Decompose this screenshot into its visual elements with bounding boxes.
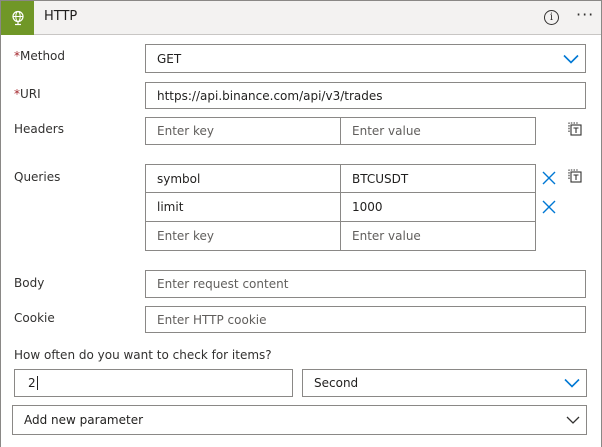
delete-icon[interactable] [542,200,556,214]
query-value-value: 1000 [352,200,383,214]
card-header[interactable] [1,1,601,35]
frequency-dropdown[interactable]: Second [302,369,587,397]
info-icon[interactable]: i [544,10,559,25]
switch-to-text-icon[interactable] [567,121,583,137]
query-key-input[interactable]: Enter key [145,221,341,251]
queries-label: Queries [14,170,61,184]
globe-icon [11,10,24,26]
query-value-input[interactable]: 1000 [340,192,536,222]
card-title: HTTP [44,9,78,24]
header-value-input[interactable]: Enter value [340,117,536,145]
uri-value: https://api.binance.com/api/v3/trades [157,88,383,103]
text-cursor [36,376,38,390]
chevron-down-icon [564,378,580,388]
header-value-placeholder: Enter value [352,124,421,138]
query-key-placeholder: Enter key [157,229,215,243]
add-parameter-label: Add new parameter [24,413,144,427]
query-value-value: BTCUSDT [352,171,409,186]
cookie-input[interactable]: Enter HTTP cookie [145,306,586,333]
delete-icon[interactable] [542,171,556,185]
interval-value: 2 [28,376,36,390]
query-key-value: limit [157,200,184,214]
query-key-input[interactable]: symbol [145,164,341,193]
uri-input[interactable]: https://api.binance.com/api/v3/trades [145,82,586,109]
body-input[interactable]: Enter request content [145,270,586,298]
http-action-icon [1,1,34,35]
method-value: GET [157,51,182,66]
switch-to-text-icon[interactable] [567,168,583,184]
query-value-input[interactable]: Enter value [340,221,536,251]
add-parameter-dropdown[interactable]: Add new parameter [12,405,587,435]
query-value-placeholder: Enter value [352,229,421,243]
more-icon[interactable]: ··· [576,5,594,24]
cookie-label: Cookie [14,311,55,325]
recurrence-question: How often do you want to check for items… [14,348,272,362]
body-label: Body [14,276,45,290]
method-label: *Method [14,49,66,63]
query-key-value: symbol [157,171,201,186]
header-key-placeholder: Enter key [157,124,215,138]
query-value-input[interactable]: BTCUSDT [340,164,536,193]
frequency-value: Second [314,376,359,390]
method-dropdown[interactable]: GET [145,44,586,73]
body-placeholder: Enter request content [157,277,289,291]
chevron-down-icon [563,54,579,64]
interval-input[interactable]: 2 [14,369,293,397]
headers-label: Headers [14,122,64,136]
header-key-input[interactable]: Enter key [145,117,341,145]
uri-label: *URI [14,87,41,101]
chevron-down-icon [566,416,580,424]
cookie-placeholder: Enter HTTP cookie [157,312,267,327]
query-key-input[interactable]: limit [145,192,341,222]
